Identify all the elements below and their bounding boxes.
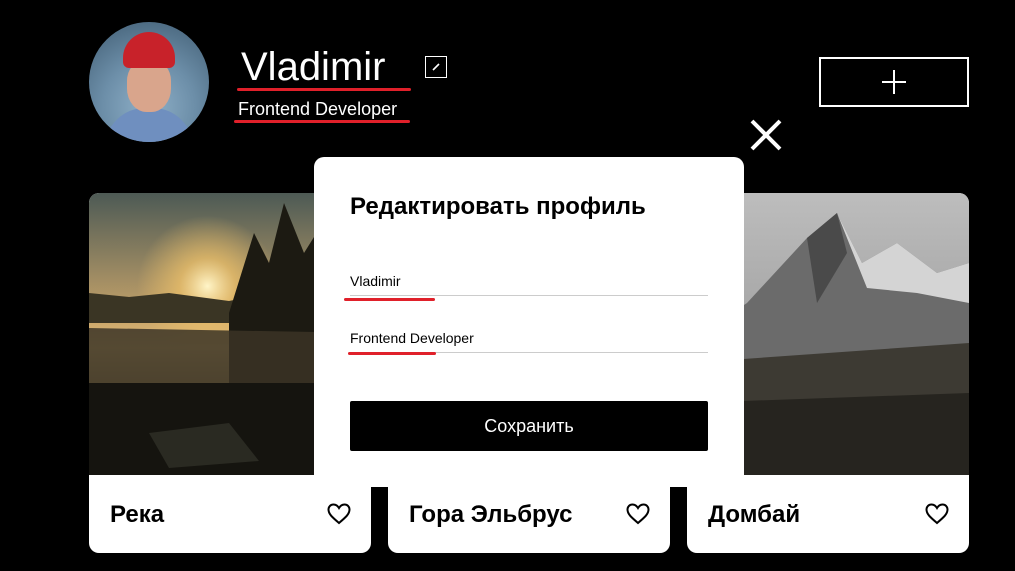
edit-profile-popup: Редактировать профиль Сохранить xyxy=(314,157,744,487)
card-title: Гора Эльбрус xyxy=(409,501,573,528)
edit-pencil-icon xyxy=(432,63,440,71)
profile-name: Vladimir xyxy=(241,45,386,89)
profile-name-underline xyxy=(237,88,411,91)
name-input-marker xyxy=(344,298,435,301)
add-card-button[interactable] xyxy=(819,57,969,107)
plus-icon xyxy=(882,70,906,94)
avatar-shirt xyxy=(105,108,193,142)
close-popup-button[interactable] xyxy=(747,116,785,154)
close-icon xyxy=(750,119,782,151)
name-input[interactable] xyxy=(350,267,708,296)
card-title: Домбай xyxy=(708,501,801,528)
profile-avatar[interactable] xyxy=(89,22,209,142)
heart-icon xyxy=(626,503,650,525)
profile-job: Frontend Developer xyxy=(238,99,398,119)
like-button[interactable] xyxy=(626,503,650,525)
job-input-marker xyxy=(348,352,436,355)
heart-icon xyxy=(327,503,351,525)
avatar-hat xyxy=(123,32,175,68)
edit-profile-button[interactable] xyxy=(425,56,447,78)
popup-title: Редактировать профиль xyxy=(350,193,646,220)
like-button[interactable] xyxy=(925,503,949,525)
profile-job-underline xyxy=(234,120,410,123)
job-input[interactable] xyxy=(350,324,708,353)
save-button[interactable]: Сохранить xyxy=(350,401,708,451)
like-button[interactable] xyxy=(327,503,351,525)
card-title: Река xyxy=(110,501,165,528)
heart-icon xyxy=(925,503,949,525)
